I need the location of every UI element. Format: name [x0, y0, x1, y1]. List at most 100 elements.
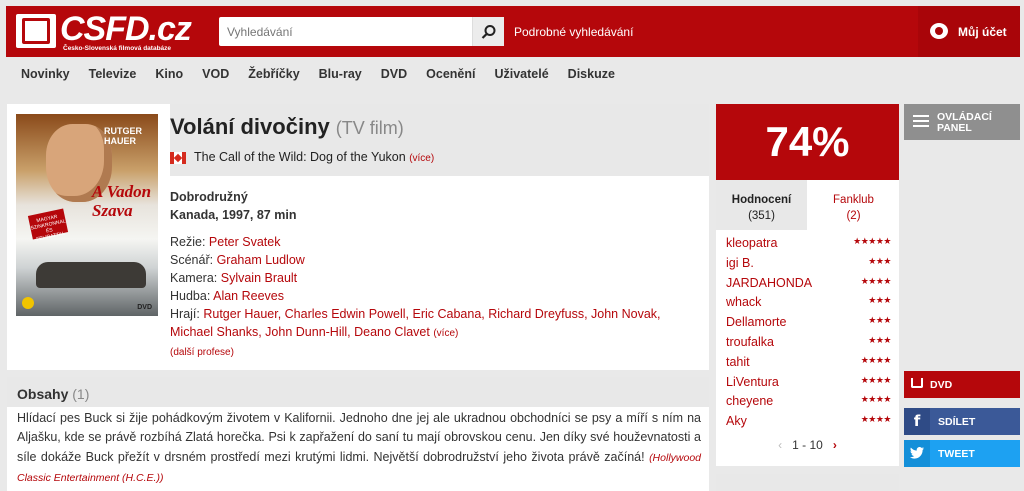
music-label: Hudba: [170, 289, 211, 303]
next-section-stub [716, 474, 899, 491]
share-facebook-button[interactable]: f SDÍLET [904, 408, 1020, 435]
star-rating: ★★★★ [860, 374, 892, 385]
original-title: The Call of the Wild: Dog of the Yukon (… [194, 150, 434, 164]
star-rating: ★★★★ [860, 414, 892, 425]
dvd-button-label: DVD [930, 379, 953, 391]
star-rating: ★★★ [868, 255, 891, 266]
nav-item-oceneni[interactable]: Ocenění [426, 67, 475, 81]
user-link[interactable]: whack [726, 295, 761, 309]
nav-item-diskuze[interactable]: Diskuze [568, 67, 615, 81]
main-nav: Novinky Televize Kino VOD Žebříčky Blu-r… [6, 60, 1020, 88]
tab-fanclub-label: Fanklub [833, 194, 874, 206]
poster-title: A Vadon Szava [92, 182, 152, 220]
list-item: troufalka ★★★ [726, 335, 891, 355]
user-link[interactable]: igi B. [726, 256, 754, 270]
rating-tabs: Hodnocení (351) Fanklub (2) [716, 180, 899, 230]
cast-more-link[interactable]: (více) [433, 328, 458, 339]
list-item: LiVentura ★★★★ [726, 374, 892, 395]
search-button[interactable] [472, 17, 504, 46]
twitter-icon [904, 440, 930, 467]
tab-ratings-label: Hodnocení [731, 194, 792, 206]
star-rating: ★★★★★ [853, 236, 891, 246]
search-input[interactable] [219, 17, 467, 46]
nav-item-vod[interactable]: VOD [202, 67, 229, 81]
list-item: cheyene ★★★★ [726, 394, 892, 414]
control-panel-button[interactable]: OVLÁDACÍ PANEL [904, 104, 1020, 140]
film-info: Dobrodružný Kanada, 1997, 87 min Režie: … [170, 188, 695, 362]
user-link[interactable]: kleopatra [726, 236, 777, 250]
star-rating: ★★★ [868, 334, 891, 345]
account-button[interactable]: Můj účet [918, 6, 1020, 57]
cast-links[interactable]: Rutger Hauer, Charles Edwin Powell, Eric… [170, 307, 661, 339]
genre: Dobrodružný [170, 190, 248, 204]
list-item: JARDAHONDA ★★★★ [726, 275, 892, 296]
nav-item-bluray[interactable]: Blu-ray [319, 67, 362, 81]
director-label: Režie: [170, 235, 206, 249]
tab-fanclub[interactable]: Fanklub (2) [808, 180, 899, 230]
poster-badge: MAGYAR SZINKRONNAL ÉS FELIRATTAL [27, 208, 69, 243]
share-label: SDÍLET [938, 416, 976, 428]
canada-flag-icon [170, 152, 186, 164]
user-link[interactable]: troufalka [726, 335, 774, 349]
nav-item-dvd[interactable]: DVD [381, 67, 407, 81]
plot-heading-text: Obsahy [17, 386, 69, 402]
list-item: Dellamorte ★★★ [726, 315, 891, 335]
film-poster[interactable]: RUTGER HAUER A Vadon Szava MAGYAR SZINKR… [16, 114, 158, 316]
plot-panel: Obsahy (1) Hlídací pes Buck si žije pohá… [7, 377, 709, 491]
cast-row: Hrají: Rutger Hauer, Charles Edwin Powel… [170, 305, 695, 343]
logo-text: CSFD.cz [60, 10, 192, 48]
original-title-text: The Call of the Wild: Dog of the Yukon [194, 150, 406, 164]
nav-item-zebricky[interactable]: Žebříčky [248, 67, 299, 81]
star-rating: ★★★★ [860, 275, 892, 286]
plot-text: Hlídací pes Buck si žije pohádkovým živo… [17, 409, 701, 488]
site-logo[interactable]: CSFD.cz Česko-Slovenská filmová databáze [16, 10, 192, 54]
nav-item-uzivatele[interactable]: Uživatelé [494, 67, 548, 81]
list-item: whack ★★★ [726, 295, 891, 315]
user-link[interactable]: Dellamorte [726, 315, 786, 329]
nav-item-televize[interactable]: Televize [89, 67, 137, 81]
camera-label: Kamera: [170, 271, 218, 285]
poster-sled-dogs [36, 262, 146, 288]
star-rating: ★★★ [868, 315, 891, 326]
film-panel: RUTGER HAUER A Vadon Szava MAGYAR SZINKR… [7, 104, 709, 370]
cart-icon [911, 378, 923, 388]
logo-icon [16, 14, 56, 48]
camera-row: Kamera: Sylvain Brault [170, 269, 695, 287]
user-link[interactable]: LiVentura [726, 375, 779, 389]
nav-item-novinky[interactable]: Novinky [21, 67, 70, 81]
film-type: (TV film) [335, 118, 404, 138]
camera-link[interactable]: Sylvain Brault [221, 271, 297, 285]
nav-item-kino[interactable]: Kino [155, 67, 183, 81]
origin-year-length: Kanada, 1997, 87 min [170, 208, 297, 222]
dvd-button[interactable]: DVD [904, 371, 1020, 398]
poster-actor: RUTGER HAUER [104, 126, 142, 146]
screenplay-row: Scénář: Graham Ludlow [170, 251, 695, 269]
tab-ratings[interactable]: Hodnocení (351) [716, 180, 807, 230]
star-rating: ★★★★ [860, 354, 892, 365]
search-icon [481, 25, 496, 39]
tab-fanclub-count: (2) [846, 210, 861, 222]
tweet-button[interactable]: TWEET [904, 440, 1020, 467]
screenplay-label: Scénář: [170, 253, 214, 267]
pager-next-icon[interactable]: › [833, 438, 837, 452]
user-link[interactable]: JARDAHONDA [726, 276, 812, 290]
user-link[interactable]: cheyene [726, 394, 773, 408]
user-ratings-list: kleopatra ★★★★★ igi B. ★★★ JARDAHONDA ★★★★ … [726, 236, 892, 434]
user-link[interactable]: Aky [726, 414, 747, 428]
star-rating: ★★★★ [860, 394, 892, 405]
other-professions-link[interactable]: (další profese) [170, 344, 695, 362]
user-icon [930, 23, 948, 39]
search-box [219, 17, 504, 46]
music-row: Hudba: Alan Reeves [170, 287, 695, 305]
ratings-pager: ‹ 1 - 10 › [716, 438, 899, 452]
pager-prev-icon[interactable]: ‹ [778, 438, 782, 452]
screenplay-link[interactable]: Graham Ludlow [217, 253, 305, 267]
director-link[interactable]: Peter Svatek [209, 235, 281, 249]
tab-ratings-count: (351) [748, 210, 775, 222]
user-link[interactable]: tahit [726, 355, 750, 369]
advanced-search-link[interactable]: Podrobné vyhledávání [514, 25, 633, 39]
list-item: tahit ★★★★ [726, 354, 892, 375]
music-link[interactable]: Alan Reeves [213, 289, 284, 303]
title-block: Volání divočiny (TV film) The Call of the… [170, 104, 709, 176]
original-title-more-link[interactable]: (více) [409, 153, 434, 164]
